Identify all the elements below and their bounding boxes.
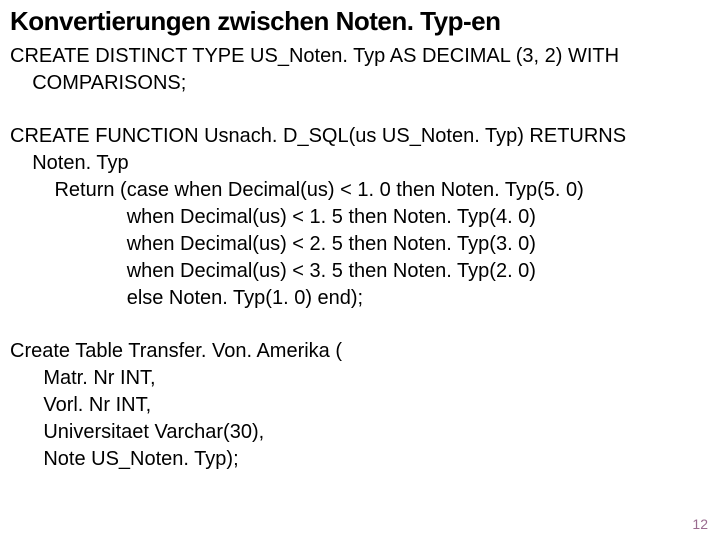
code-block-create-table: Create Table Transfer. Von. Amerika ( Ma… bbox=[10, 338, 710, 473]
code-block-create-type: CREATE DISTINCT TYPE US_Noten. Typ AS DE… bbox=[10, 43, 710, 97]
page-number: 12 bbox=[692, 516, 708, 532]
code-block-create-function: CREATE FUNCTION Usnach. D_SQL(us US_Note… bbox=[10, 123, 710, 312]
slide-title: Konvertierungen zwischen Noten. Typ-en bbox=[10, 6, 710, 37]
slide: Konvertierungen zwischen Noten. Typ-en C… bbox=[0, 0, 720, 540]
